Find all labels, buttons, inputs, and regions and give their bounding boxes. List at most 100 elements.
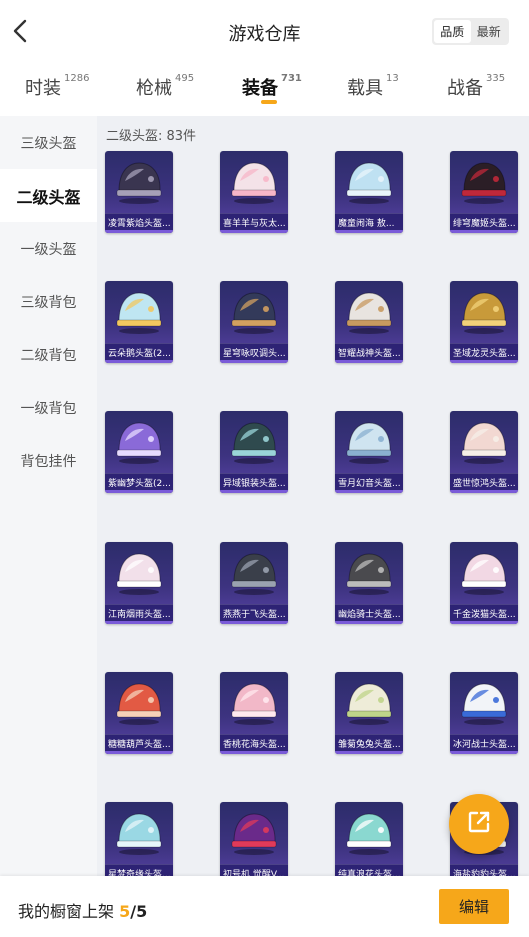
quality-bar xyxy=(450,621,518,624)
item-card[interactable]: 喜羊羊与灰太... xyxy=(220,151,288,233)
helmet-icon xyxy=(105,542,173,604)
tab-equipment[interactable]: 装备 731 xyxy=(242,73,302,100)
item-card[interactable]: 星梦奇缘头盔... xyxy=(105,802,173,876)
helmet-icon xyxy=(335,672,403,734)
tab-label: 战备 xyxy=(447,78,483,99)
sort-option-latest[interactable]: 最新 xyxy=(471,20,508,43)
tab-label: 装备 xyxy=(242,78,278,99)
quality-bar xyxy=(105,360,173,363)
helmet-icon xyxy=(335,802,403,864)
helmet-icon xyxy=(450,151,518,213)
showcase-footer: 我的橱窗上架 5/5 编辑 xyxy=(0,876,529,937)
quality-bar xyxy=(450,490,518,493)
item-card[interactable]: 异域银装头盔... xyxy=(220,411,288,493)
item-card[interactable]: 魔童闹海 敖... xyxy=(335,151,403,233)
edit-button[interactable]: 编辑 xyxy=(439,889,509,924)
item-card[interactable]: 江南烟雨头盔... xyxy=(105,542,173,624)
sort-option-quality[interactable]: 品质 xyxy=(434,20,471,43)
helmet-icon xyxy=(220,281,288,343)
item-card[interactable]: 千金泼猫头盔... xyxy=(450,542,518,624)
quality-bar xyxy=(220,490,288,493)
quality-bar xyxy=(105,751,173,754)
showcase-label: 我的橱窗上架 xyxy=(18,902,115,921)
quality-bar xyxy=(335,360,403,363)
helmet-icon xyxy=(220,151,288,213)
tab-vehicles[interactable]: 载具 13 xyxy=(347,73,399,100)
item-card[interactable]: 圣域龙灵头盔... xyxy=(450,281,518,363)
quality-bar xyxy=(220,230,288,233)
item-grid-panel: 二级头盔: 83件 凌霄紫焰头盔... 喜羊羊与灰太... 魔童闹海 敖... 绯穹魔… xyxy=(97,116,529,876)
helmet-icon xyxy=(450,411,518,473)
quality-bar xyxy=(450,360,518,363)
helmet-icon xyxy=(105,151,173,213)
sidebar-item-level1-backpack[interactable]: 一级背包 xyxy=(0,381,97,434)
item-card[interactable]: 智耀战神头盔... xyxy=(335,281,403,363)
item-card[interactable]: 纯真浪花头盔... xyxy=(335,802,403,876)
item-card[interactable]: 紫幽梦头盔(2... xyxy=(105,411,173,493)
showcase-max-count: 5 xyxy=(136,902,148,921)
helmet-icon xyxy=(105,802,173,864)
item-card[interactable]: 星穹咏叹调头... xyxy=(220,281,288,363)
quality-bar xyxy=(450,230,518,233)
sidebar-item-level3-backpack[interactable]: 三级背包 xyxy=(0,275,97,328)
quality-bar xyxy=(335,230,403,233)
tab-label: 时装 xyxy=(25,78,61,99)
tab-count: 731 xyxy=(281,73,302,84)
item-card[interactable]: 糖糖葫芦头盔... xyxy=(105,672,173,754)
quality-bar xyxy=(105,621,173,624)
helmet-icon xyxy=(335,281,403,343)
tab-count: 335 xyxy=(486,73,506,84)
item-card[interactable]: 雏菊兔兔头盔... xyxy=(335,672,403,754)
item-card[interactable]: 燕燕于飞头盔... xyxy=(220,542,288,624)
item-name: 海盐豹豹头盔... xyxy=(450,864,518,876)
item-card[interactable]: 香桃花海头盔... xyxy=(220,672,288,754)
item-card[interactable]: 凌霄紫焰头盔... xyxy=(105,151,173,233)
tab-count: 1286 xyxy=(64,73,90,84)
quality-bar xyxy=(105,230,173,233)
helmet-icon xyxy=(105,411,173,473)
sidebar-item-level2-backpack[interactable]: 二级背包 xyxy=(0,328,97,381)
item-card[interactable]: 冰河战士头盔... xyxy=(450,672,518,754)
sidebar-item-backpack-charm[interactable]: 背包挂件 xyxy=(0,434,97,487)
quality-bar xyxy=(335,621,403,624)
tab-weapons[interactable]: 枪械 495 xyxy=(136,73,195,100)
quality-bar xyxy=(335,490,403,493)
active-tab-indicator xyxy=(261,100,277,104)
quality-bar xyxy=(220,360,288,363)
item-card[interactable]: 初号机 觉醒V... xyxy=(220,802,288,876)
quality-bar xyxy=(220,751,288,754)
item-card[interactable]: 雪月幻音头盔... xyxy=(335,411,403,493)
tab-count: 13 xyxy=(386,73,399,84)
helmet-icon xyxy=(450,672,518,734)
sidebar-item-level1-helmet[interactable]: 一级头盔 xyxy=(0,222,97,275)
tab-label: 枪械 xyxy=(136,78,172,99)
item-name: 星梦奇缘头盔... xyxy=(105,864,173,876)
helmet-icon xyxy=(220,542,288,604)
item-card[interactable]: 盛世惊鸿头盔... xyxy=(450,411,518,493)
helmet-icon xyxy=(450,281,518,343)
helmet-icon xyxy=(335,151,403,213)
top-bar: 游戏仓库 品质 最新 xyxy=(0,0,529,62)
helmet-icon xyxy=(220,802,288,864)
sidebar-item-level3-helmet[interactable]: 三级头盔 xyxy=(0,116,97,169)
category-tabs: 时装 1286 枪械 495 装备 731 载具 13 战备 335 xyxy=(0,62,529,114)
tab-supplies[interactable]: 战备 335 xyxy=(447,73,506,100)
sidebar: 三级头盔 二级头盔 一级头盔 三级背包 二级背包 一级背包 背包挂件 xyxy=(0,116,97,876)
item-card[interactable]: 绯穹魔姬头盔... xyxy=(450,151,518,233)
section-title: 二级头盔: 83件 xyxy=(106,129,197,144)
tab-count: 495 xyxy=(175,73,195,84)
quality-bar xyxy=(450,751,518,754)
item-card[interactable]: 幽焰骑士头盔... xyxy=(335,542,403,624)
showcase-current-count: 5 xyxy=(119,902,131,921)
share-button[interactable] xyxy=(449,794,509,854)
helmet-icon xyxy=(220,672,288,734)
share-icon xyxy=(466,809,492,839)
sidebar-filler xyxy=(0,487,97,876)
quality-bar xyxy=(105,490,173,493)
showcase-status: 我的橱窗上架 5/5 xyxy=(18,898,147,922)
item-card[interactable]: 云朵鹅头盔(2... xyxy=(105,281,173,363)
tab-fashion[interactable]: 时装 1286 xyxy=(25,73,90,100)
sort-toggle: 品质 最新 xyxy=(432,18,509,45)
sidebar-item-level2-helmet[interactable]: 二级头盔 xyxy=(0,169,97,222)
helmet-icon xyxy=(105,281,173,343)
